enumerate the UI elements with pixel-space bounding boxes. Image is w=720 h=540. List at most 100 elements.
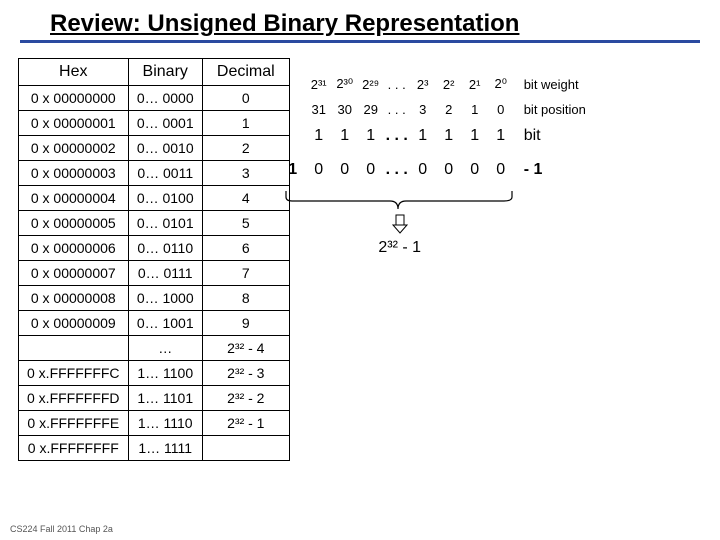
table-row: 0 x 000000040… 01004	[19, 186, 290, 211]
p31: 31	[306, 102, 332, 117]
b0: 1	[488, 127, 514, 145]
footer-text: CS224 Fall 2011 Chap 2a	[10, 524, 113, 534]
cell-bin: 1… 1110	[128, 411, 202, 436]
w0: 2⁰	[488, 76, 514, 92]
cell-hex: 0 x 00000002	[19, 136, 129, 161]
cell-bin: 1… 1101	[128, 386, 202, 411]
lead1: 1	[280, 161, 306, 179]
cell-hex: 0 x 00000008	[19, 286, 129, 311]
cell-bin: 0… 0101	[128, 211, 202, 236]
down-arrow-icon	[280, 214, 520, 237]
cell-dec: 0	[202, 86, 289, 111]
dots2: . . .	[384, 102, 410, 117]
cell-hex: 0 x 00000003	[19, 161, 129, 186]
c2: 0	[436, 161, 462, 179]
weight-label: bit weight	[524, 77, 579, 92]
table-row: …2³² - 4	[19, 336, 290, 361]
w31: 2³¹	[306, 77, 332, 92]
w29: 2²⁹	[358, 77, 384, 92]
calc-row: 1 0 0 0 . . . 0 0 0 0 - 1	[280, 161, 586, 179]
p1: 1	[462, 102, 488, 117]
power-result: 2³² - 1	[280, 239, 520, 257]
cell-hex	[19, 336, 129, 361]
w30: 2³⁰	[332, 76, 358, 92]
cell-hex: 0 x.FFFFFFFD	[19, 386, 129, 411]
cell-bin: 0… 1000	[128, 286, 202, 311]
w2: 2²	[436, 77, 462, 92]
table-row: 0 x.FFFFFFFE1… 11102³² - 1	[19, 411, 290, 436]
bit-diagram: 2³¹ 2³⁰ 2²⁹ . . . 2³ 2² 2¹ 2⁰ bit weight…	[290, 58, 586, 461]
bit-position-row: 31 30 29 . . . 3 2 1 0 bit position	[306, 102, 586, 117]
cell-bin: 0… 1001	[128, 311, 202, 336]
cell-dec: 9	[202, 311, 289, 336]
col-decimal: Decimal	[202, 59, 289, 86]
table-row: 0 x 000000070… 01117	[19, 261, 290, 286]
underbrace-icon	[280, 189, 520, 211]
cell-hex: 0 x 00000005	[19, 211, 129, 236]
cell-bin: 0… 0000	[128, 86, 202, 111]
cell-hex: 0 x.FFFFFFFE	[19, 411, 129, 436]
cell-hex: 0 x 00000009	[19, 311, 129, 336]
c30: 0	[332, 161, 358, 179]
cell-bin: …	[128, 336, 202, 361]
b2: 1	[436, 127, 462, 145]
content-area: Hex Binary Decimal 0 x 000000000… 000000…	[0, 58, 720, 461]
w3: 2³	[410, 77, 436, 92]
c1: 0	[462, 161, 488, 179]
cell-hex: 0 x 00000000	[19, 86, 129, 111]
cell-bin: 0… 0011	[128, 161, 202, 186]
cell-dec: 5	[202, 211, 289, 236]
table-row: 0 x 000000000… 00000	[19, 86, 290, 111]
cell-dec	[202, 436, 289, 461]
dots4: . . .	[384, 161, 410, 179]
c0: 0	[488, 161, 514, 179]
table-row: 0 x 000000020… 00102	[19, 136, 290, 161]
cell-dec: 8	[202, 286, 289, 311]
cell-hex: 0 x.FFFFFFFC	[19, 361, 129, 386]
cell-bin: 0… 0010	[128, 136, 202, 161]
cell-bin: 0… 0100	[128, 186, 202, 211]
table-row: 0 x 000000030… 00113	[19, 161, 290, 186]
cell-dec: 1	[202, 111, 289, 136]
dots3: . . .	[384, 127, 410, 145]
b29: 1	[358, 127, 384, 145]
table-row: 0 x 000000060… 01106	[19, 236, 290, 261]
cell-bin: 1… 1111	[128, 436, 202, 461]
cell-hex: 0 x 00000007	[19, 261, 129, 286]
b1: 1	[462, 127, 488, 145]
p0: 0	[488, 102, 514, 117]
table-row: 0 x 000000090… 10019	[19, 311, 290, 336]
cell-hex: 0 x 00000006	[19, 236, 129, 261]
cell-dec: 2³² - 3	[202, 361, 289, 386]
table-row: 0 x.FFFFFFFC1… 11002³² - 3	[19, 361, 290, 386]
table-row: 0 x 000000050… 01015	[19, 211, 290, 236]
bracket-container: 2³² - 1	[280, 189, 586, 257]
table-row: 0 x.FFFFFFFF1… 1111	[19, 436, 290, 461]
b31: 1	[306, 127, 332, 145]
cell-hex: 0 x.FFFFFFFF	[19, 436, 129, 461]
cell-dec: 2³² - 2	[202, 386, 289, 411]
cell-hex: 0 x 00000004	[19, 186, 129, 211]
bit-row: 1 1 1 . . . 1 1 1 1 bit	[306, 127, 586, 145]
c31: 0	[306, 161, 332, 179]
bit-weight-row: 2³¹ 2³⁰ 2²⁹ . . . 2³ 2² 2¹ 2⁰ bit weight	[306, 76, 586, 92]
cell-dec: 6	[202, 236, 289, 261]
b3: 1	[410, 127, 436, 145]
conversion-table: Hex Binary Decimal 0 x 000000000… 000000…	[18, 58, 290, 461]
p30: 30	[332, 102, 358, 117]
dots: . . .	[384, 77, 410, 92]
col-hex: Hex	[19, 59, 129, 86]
p2: 2	[436, 102, 462, 117]
cell-dec: 4	[202, 186, 289, 211]
cell-dec: 2	[202, 136, 289, 161]
bit-label: bit	[524, 127, 541, 145]
b30: 1	[332, 127, 358, 145]
cell-bin: 0… 0001	[128, 111, 202, 136]
cell-dec: 7	[202, 261, 289, 286]
c29: 0	[358, 161, 384, 179]
w1: 2¹	[462, 77, 488, 92]
table-row: 0 x.FFFFFFFD1… 11012³² - 2	[19, 386, 290, 411]
p3: 3	[410, 102, 436, 117]
pos-label: bit position	[524, 102, 586, 117]
cell-bin: 0… 0111	[128, 261, 202, 286]
